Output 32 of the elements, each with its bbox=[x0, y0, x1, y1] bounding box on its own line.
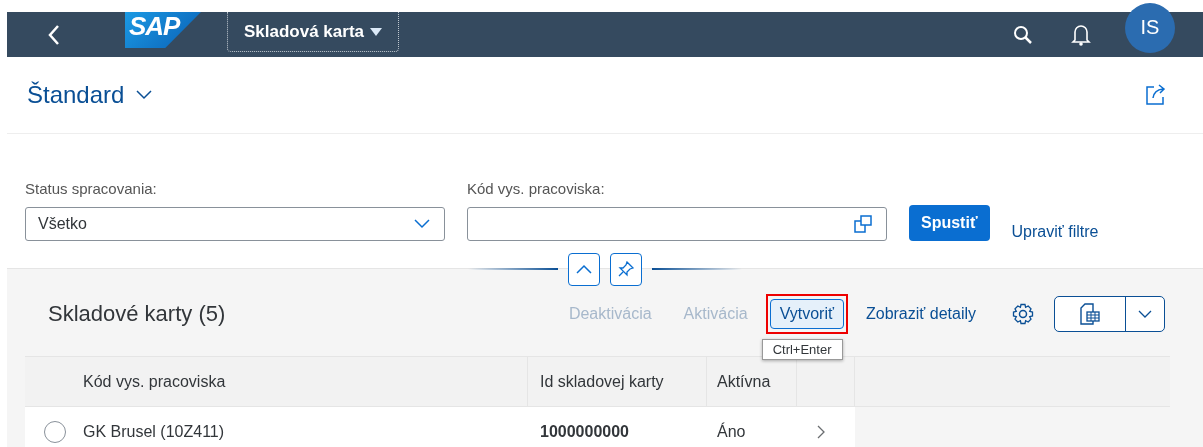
pin-button[interactable] bbox=[610, 252, 642, 286]
pin-icon bbox=[618, 261, 634, 277]
toolbar-button[interactable]: Zobraziť detaily bbox=[855, 298, 986, 329]
user-avatar[interactable]: IS bbox=[1125, 2, 1175, 53]
table-cell: 1000000000 bbox=[528, 407, 707, 447]
table-title: Skladové karty (5) bbox=[48, 300, 226, 327]
logo: SAP bbox=[125, 12, 201, 48]
table-cell: Áno bbox=[707, 407, 797, 447]
go-button[interactable]: Spustiť bbox=[909, 205, 990, 241]
tooltip: Ctrl+Enter bbox=[761, 338, 843, 360]
collapse-button[interactable] bbox=[568, 252, 600, 286]
caret-icon bbox=[370, 27, 382, 36]
value-help-icon[interactable] bbox=[854, 215, 872, 233]
column-header: Kód vys. pracoviska bbox=[75, 357, 528, 406]
export-split-button[interactable] bbox=[1054, 295, 1165, 332]
table-cell: GK Brusel (10Z411) bbox=[75, 407, 528, 447]
share-icon[interactable] bbox=[1145, 84, 1167, 106]
chevron-down-icon bbox=[414, 219, 430, 229]
back-icon bbox=[47, 23, 61, 46]
adapt-filters-link[interactable]: Upraviť filtre bbox=[1011, 223, 1099, 241]
toolbar-button[interactable]: Vytvoriť bbox=[769, 298, 844, 329]
filter-label: Kód vys. pracoviska: bbox=[467, 180, 606, 197]
filter-label: Status spracovania: bbox=[25, 180, 158, 197]
chevron-up-icon bbox=[576, 264, 592, 274]
input-field[interactable] bbox=[467, 207, 887, 241]
variant-selector[interactable]: Štandard bbox=[27, 81, 153, 109]
column-header: Id skladovej karty bbox=[528, 357, 707, 406]
radio-button[interactable] bbox=[44, 420, 66, 443]
select-field[interactable]: Všetko bbox=[25, 207, 445, 241]
chevron-right-icon[interactable] bbox=[817, 424, 825, 439]
chevron-down-icon bbox=[136, 90, 153, 100]
column-header: Aktívna bbox=[707, 357, 797, 406]
